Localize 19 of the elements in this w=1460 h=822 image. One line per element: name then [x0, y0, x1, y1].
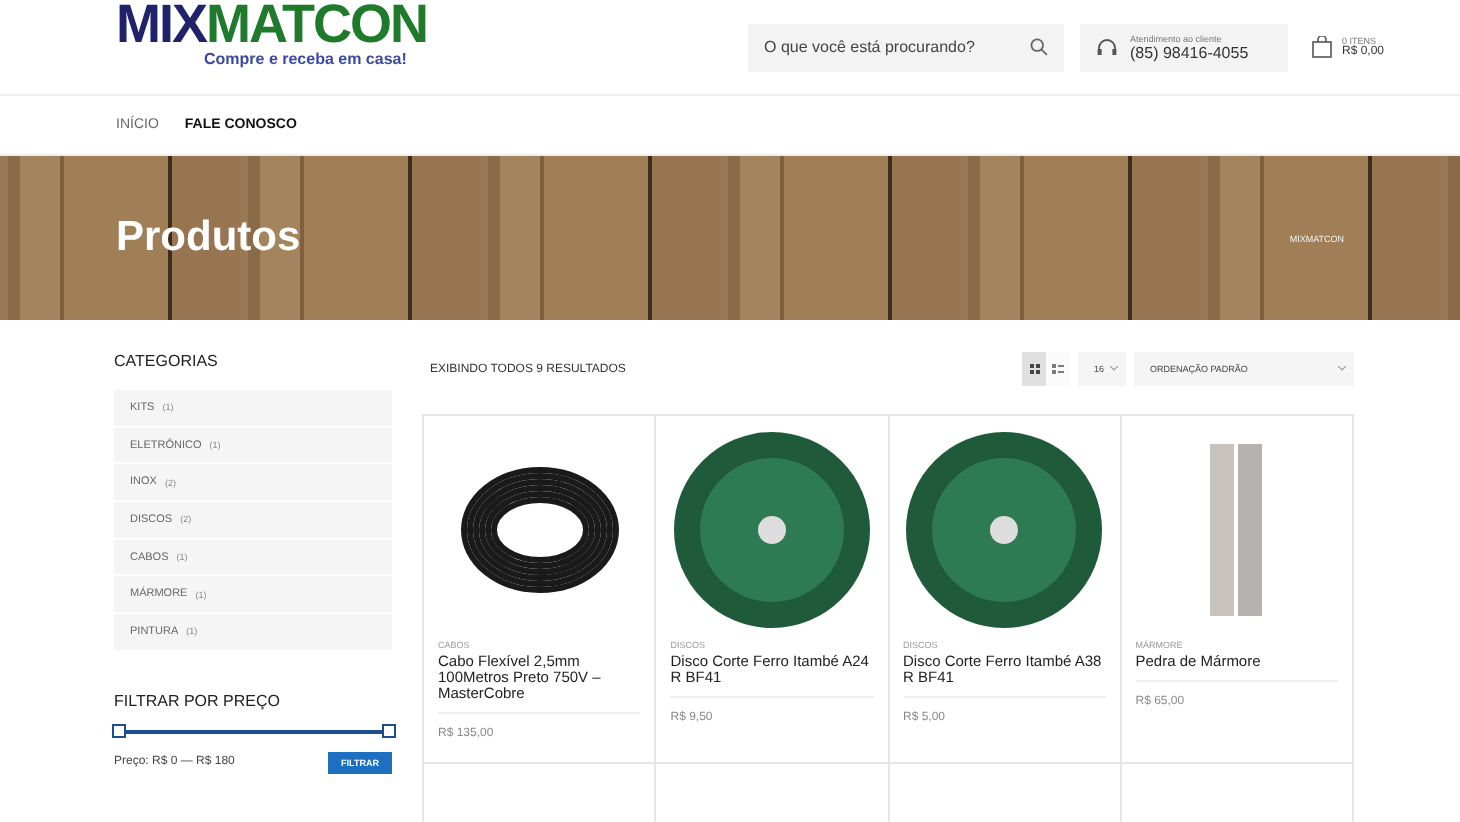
view-toggle-button[interactable] [1046, 352, 1070, 386]
categories-heading: CATEGORIAS [114, 352, 220, 370]
slider-handle[interactable] [112, 723, 126, 738]
logo-slogan: Compre e receba em casa! [204, 49, 407, 69]
search-icon[interactable] [1030, 38, 1048, 56]
caret-icon [1110, 366, 1118, 372]
caret-icon [1338, 366, 1346, 372]
grid-view-icon [1029, 364, 1039, 374]
logo-text[interactable]: MATCON [206, 0, 427, 49]
headset-icon [1096, 37, 1118, 57]
view-toggle-button[interactable] [1022, 352, 1046, 386]
search-field[interactable]: O que você está procurando? [748, 23, 1064, 71]
support-phone: (85) 98416-4055 [1130, 43, 1249, 61]
page-title: Produtos [116, 214, 301, 262]
list-view-icon [1052, 364, 1064, 374]
slider-handle[interactable] [382, 723, 396, 738]
logo-text[interactable]: MIX [116, 0, 207, 49]
shopping-bag-icon[interactable] [1312, 36, 1332, 58]
price-filter-heading: FILTRAR POR PREÇO [114, 691, 282, 710]
